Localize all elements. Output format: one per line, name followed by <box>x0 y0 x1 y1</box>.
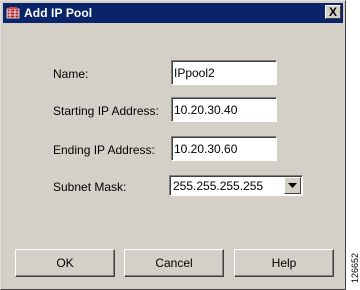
subnet-mask-label: Subnet Mask: <box>53 180 127 194</box>
chevron-down-icon <box>288 182 297 188</box>
ending-ip-label: Ending IP Address: <box>53 143 155 157</box>
figure-id: 126652 <box>350 252 360 283</box>
close-icon: X <box>328 5 337 19</box>
name-input[interactable] <box>171 60 277 85</box>
name-label: Name: <box>53 67 89 81</box>
close-button[interactable]: X <box>325 5 341 19</box>
title-bar[interactable]: Add IP Pool X <box>3 3 343 23</box>
subnet-mask-select[interactable]: 255.255.255.255 <box>169 175 303 196</box>
ending-ip-input[interactable] <box>171 136 277 161</box>
app-icon <box>6 6 20 20</box>
ok-button[interactable]: OK <box>15 249 115 277</box>
subnet-mask-value: 255.255.255.255 <box>173 178 264 193</box>
add-ip-pool-dialog: Add IP Pool X Name: Starting IP Address:… <box>0 0 346 290</box>
starting-ip-input[interactable] <box>171 97 277 122</box>
help-button[interactable]: Help <box>234 249 334 277</box>
cancel-button[interactable]: Cancel <box>124 249 224 277</box>
window-title: Add IP Pool <box>24 6 93 20</box>
dropdown-arrow-button[interactable] <box>284 177 301 194</box>
starting-ip-label: Starting IP Address: <box>53 104 159 118</box>
